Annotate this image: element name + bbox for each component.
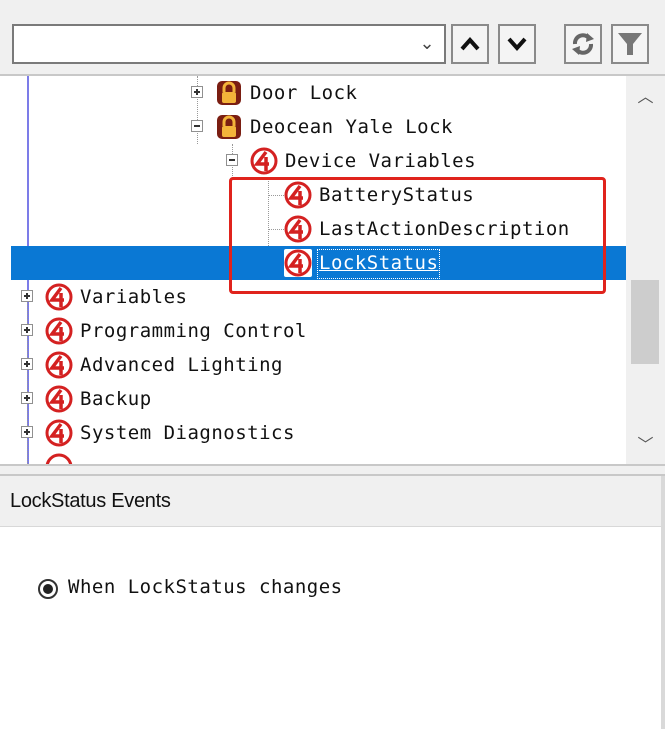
- collapse-icon[interactable]: [226, 154, 238, 166]
- tree-item-label: System Diagnostics: [80, 422, 295, 444]
- tree-item-label: BatteryStatus: [319, 184, 475, 206]
- tree-item-system-diagnostics[interactable]: System Diagnostics: [0, 416, 626, 450]
- tree-item-label: Door Lock: [250, 82, 358, 104]
- control4-icon: [284, 215, 312, 243]
- pane-splitter[interactable]: [0, 464, 665, 476]
- filter-icon: [618, 33, 642, 55]
- scrollbar-thumb[interactable]: [631, 280, 659, 364]
- tree-item-device-variables[interactable]: Device Variables: [0, 144, 626, 178]
- collapse-icon[interactable]: [191, 120, 203, 132]
- events-panel-title: LockStatus Events: [10, 490, 171, 512]
- tree-item-label: LastActionDescription: [319, 218, 570, 240]
- control4-icon: [284, 181, 312, 209]
- tree-item-label: Advanced Lighting: [80, 354, 283, 376]
- tree-scrollbar[interactable]: ︿ ﹀: [626, 76, 665, 464]
- tree-item-label: Deocean Yale Lock: [250, 116, 453, 138]
- chevron-down-icon[interactable]: ﹀: [626, 430, 665, 460]
- move-up-button[interactable]: [451, 24, 489, 64]
- control4-icon: [250, 147, 278, 175]
- caret-up-icon: [460, 36, 480, 51]
- radio-dot: [43, 584, 53, 594]
- events-panel: When LockStatus changes: [0, 527, 665, 729]
- tree-item-label: Backup: [80, 388, 152, 410]
- lock-icon: [217, 81, 241, 105]
- tree-item-batterystatus[interactable]: BatteryStatus: [0, 178, 626, 212]
- tree-item-lastactiondescription[interactable]: LastActionDescription: [0, 212, 626, 246]
- caret-down-icon: [507, 37, 527, 52]
- chevron-up-icon[interactable]: ︿: [626, 82, 665, 112]
- expand-icon[interactable]: [21, 290, 33, 302]
- filter-button[interactable]: [611, 24, 649, 64]
- expand-icon[interactable]: [21, 324, 33, 336]
- refresh-icon: [572, 33, 594, 55]
- tree-item-deocean-yale-lock[interactable]: Deocean Yale Lock: [0, 110, 626, 144]
- project-tree[interactable]: Door Lock Deocean Yale Lock Device Varia…: [0, 76, 665, 464]
- event-radio[interactable]: [38, 579, 58, 599]
- tree-item-variables[interactable]: Variables: [0, 280, 626, 314]
- control4-icon: [45, 283, 73, 311]
- control4-icon: [45, 385, 73, 413]
- lock-icon: [217, 115, 241, 139]
- control4-icon: [45, 453, 73, 464]
- tree-item-backup[interactable]: Backup: [0, 382, 626, 416]
- move-down-button[interactable]: [498, 24, 536, 64]
- control4-icon: [45, 317, 73, 345]
- expand-icon[interactable]: [21, 392, 33, 404]
- expand-icon[interactable]: [191, 86, 203, 98]
- tree-item-label: Programming Control: [80, 320, 307, 342]
- tree-item-label: Device Variables: [285, 150, 477, 172]
- events-panel-header: LockStatus Events: [0, 476, 665, 527]
- control4-icon: [284, 249, 312, 277]
- tree-item-lockstatus[interactable]: LockStatus: [11, 246, 626, 280]
- expand-icon[interactable]: [21, 426, 33, 438]
- tree-item-door-lock[interactable]: Door Lock: [0, 76, 626, 110]
- tree-item-partial[interactable]: [0, 450, 626, 464]
- tree-item-programming-control[interactable]: Programming Control: [0, 314, 626, 348]
- control4-icon: [45, 351, 73, 379]
- search-combobox[interactable]: ⌄: [12, 24, 446, 64]
- tree-item-label: Variables: [80, 286, 188, 308]
- refresh-button[interactable]: [564, 24, 602, 64]
- tree-item-label: LockStatus: [317, 249, 441, 279]
- event-radio-label[interactable]: When LockStatus changes: [68, 576, 343, 598]
- chevron-down-icon[interactable]: ⌄: [416, 32, 438, 56]
- expand-icon[interactable]: [21, 358, 33, 370]
- tree-item-advanced-lighting[interactable]: Advanced Lighting: [0, 348, 626, 382]
- control4-icon: [45, 419, 73, 447]
- toolbar: ⌄: [0, 0, 665, 76]
- panel-border: [661, 476, 665, 729]
